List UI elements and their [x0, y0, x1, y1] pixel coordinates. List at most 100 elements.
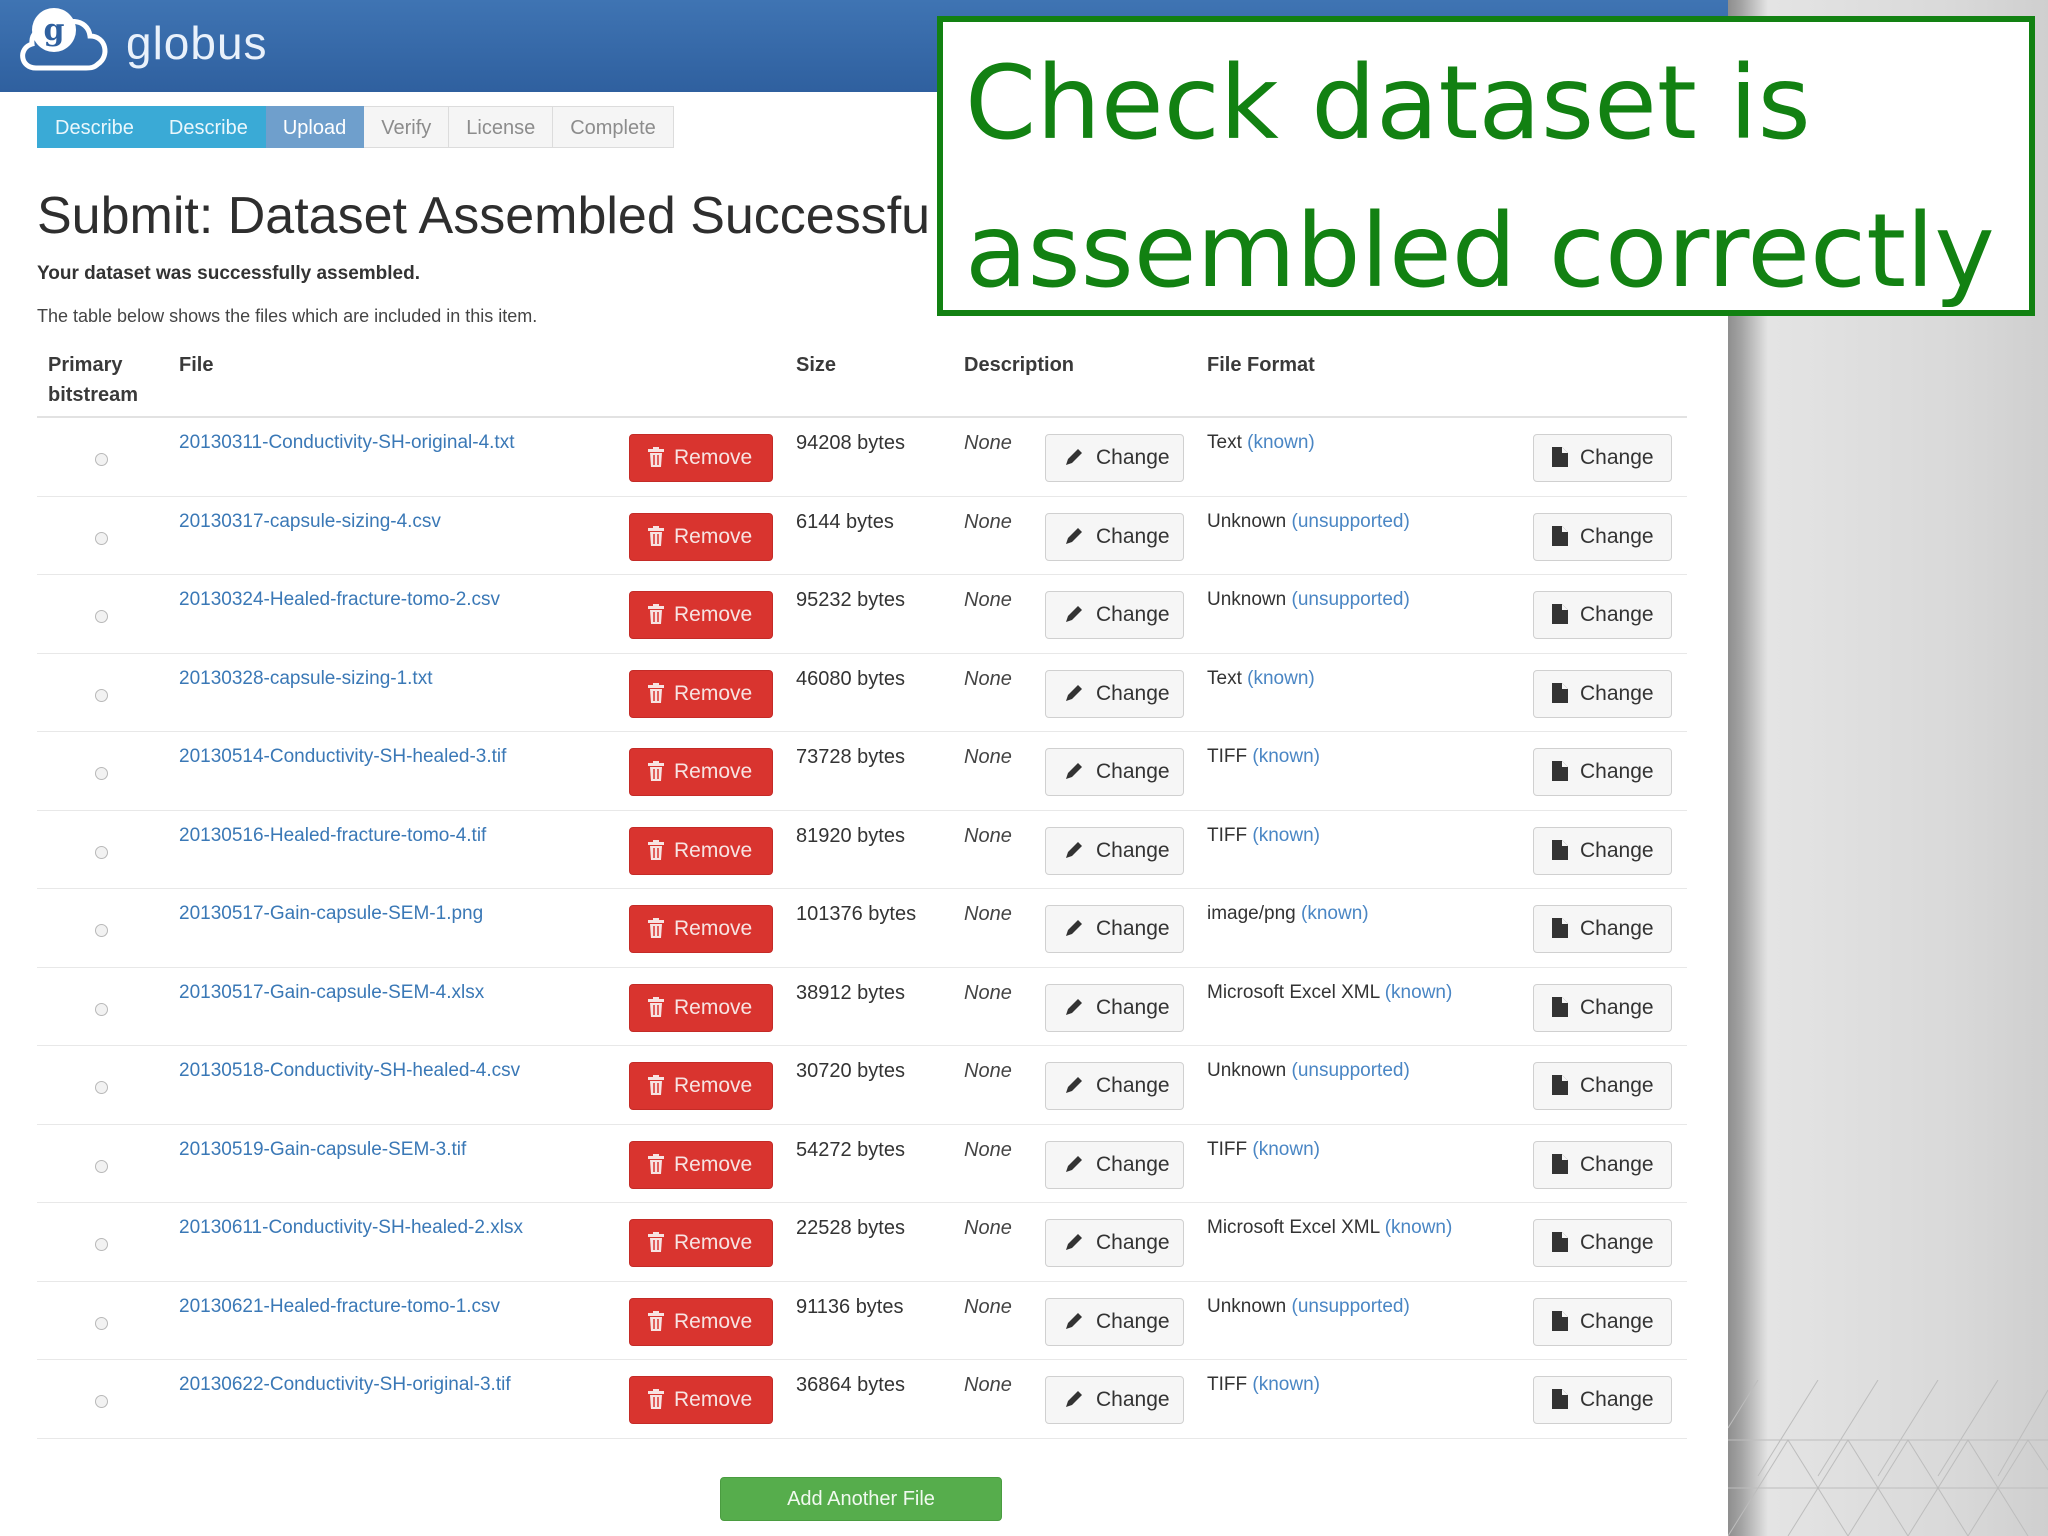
- primary-bitstream-radio[interactable]: [95, 688, 108, 702]
- file-link[interactable]: 20130324-Healed-fracture-tomo-2.csv: [179, 589, 500, 611]
- primary-bitstream-radio[interactable]: [95, 1002, 108, 1016]
- format-support-link[interactable]: (known): [1247, 668, 1315, 689]
- remove-label: Remove: [674, 995, 753, 1019]
- change-description-button[interactable]: Change: [1045, 983, 1184, 1032]
- format-support-link[interactable]: (known): [1247, 432, 1315, 453]
- primary-bitstream-radio[interactable]: [95, 924, 108, 937]
- step-license[interactable]: License: [449, 106, 554, 148]
- file-icon: [1552, 604, 1568, 624]
- primary-bitstream-radio[interactable]: [95, 610, 108, 623]
- format-name: Unknown: [1207, 510, 1287, 532]
- remove-button[interactable]: Remove: [629, 591, 773, 639]
- change-description-button[interactable]: Change: [1045, 591, 1184, 639]
- remove-button[interactable]: Remove: [629, 512, 773, 561]
- primary-bitstream-radio[interactable]: [95, 1316, 108, 1330]
- step-upload[interactable]: Upload: [265, 106, 365, 148]
- change-format-button[interactable]: Change: [1533, 983, 1672, 1032]
- file-link[interactable]: 20130519-Gain-capsule-SEM-3.tif: [179, 1139, 466, 1161]
- trash-icon: [648, 761, 664, 781]
- file-link[interactable]: 20130516-Healed-fracture-tomo-4.tif: [179, 825, 486, 847]
- remove-label: Remove: [674, 681, 753, 705]
- format-support-link[interactable]: (unsupported): [1292, 589, 1410, 610]
- change-format-button[interactable]: Change: [1533, 669, 1672, 718]
- primary-bitstream-radio[interactable]: [95, 1081, 108, 1094]
- format-support-link[interactable]: (known): [1301, 903, 1369, 924]
- file-link[interactable]: 20130328-capsule-sizing-1.txt: [179, 668, 433, 690]
- trash-icon: [648, 1153, 664, 1174]
- format-support-link[interactable]: (unsupported): [1292, 1296, 1410, 1317]
- step-complete[interactable]: Complete: [553, 106, 674, 148]
- format-support-link[interactable]: (known): [1385, 1217, 1453, 1238]
- remove-button[interactable]: Remove: [629, 748, 773, 796]
- file-link[interactable]: 20130621-Healed-fracture-tomo-1.csv: [179, 1296, 500, 1318]
- change-description-button[interactable]: Change: [1045, 1376, 1184, 1424]
- primary-bitstream-radio[interactable]: [95, 1395, 108, 1408]
- file-link[interactable]: 20130611-Conductivity-SH-healed-2.xlsx: [179, 1217, 523, 1239]
- format-support-link[interactable]: (known): [1252, 1374, 1320, 1395]
- add-another-file-button[interactable]: Add Another File: [720, 1477, 1002, 1521]
- change-description-button[interactable]: Change: [1045, 512, 1184, 561]
- file-format: Microsoft Excel XML (known): [1207, 1217, 1452, 1239]
- change-description-button[interactable]: Change: [1045, 434, 1184, 482]
- format-support-link[interactable]: (known): [1252, 1139, 1320, 1160]
- step-describe-2[interactable]: Describe: [151, 106, 266, 148]
- primary-bitstream-radio[interactable]: [95, 1159, 108, 1173]
- file-link[interactable]: 20130317-capsule-sizing-4.csv: [179, 511, 441, 533]
- file-link[interactable]: 20130517-Gain-capsule-SEM-4.xlsx: [179, 982, 484, 1004]
- change-description-button[interactable]: Change: [1045, 669, 1184, 718]
- file-description: None: [964, 746, 1012, 768]
- change-description-button[interactable]: Change: [1045, 905, 1184, 953]
- remove-button[interactable]: Remove: [629, 1140, 773, 1189]
- primary-bitstream-radio[interactable]: [95, 767, 108, 780]
- change-format-button[interactable]: Change: [1533, 591, 1672, 639]
- remove-button[interactable]: Remove: [629, 1376, 773, 1424]
- change-format-button[interactable]: Change: [1533, 434, 1672, 482]
- change-description-button[interactable]: Change: [1045, 1062, 1184, 1110]
- change-label: Change: [1096, 1309, 1170, 1333]
- remove-button[interactable]: Remove: [629, 905, 773, 953]
- change-format-button[interactable]: Change: [1533, 512, 1672, 561]
- file-link[interactable]: 20130518-Conductivity-SH-healed-4.csv: [179, 1060, 520, 1082]
- file-link[interactable]: 20130514-Conductivity-SH-healed-3.tif: [179, 746, 506, 768]
- remove-button[interactable]: Remove: [629, 434, 773, 482]
- primary-bitstream-radio[interactable]: [95, 531, 108, 545]
- change-description-button[interactable]: Change: [1045, 748, 1184, 796]
- format-name: Text: [1207, 667, 1242, 689]
- format-support-link[interactable]: (known): [1385, 982, 1453, 1003]
- table-row: 20130328-capsule-sizing-1.txt Remove 46080…: [37, 654, 1687, 732]
- brand-name[interactable]: globus: [126, 16, 268, 70]
- pencil-icon: [1066, 1312, 1082, 1329]
- change-description-button[interactable]: Change: [1045, 1297, 1184, 1346]
- file-link[interactable]: 20130622-Conductivity-SH-original-3.tif: [179, 1374, 511, 1396]
- change-description-button[interactable]: Change: [1045, 826, 1184, 875]
- change-format-button[interactable]: Change: [1533, 1140, 1672, 1189]
- format-support-link[interactable]: (known): [1252, 746, 1320, 767]
- remove-button[interactable]: Remove: [629, 669, 773, 718]
- change-format-button[interactable]: Change: [1533, 1219, 1672, 1267]
- step-describe-1[interactable]: Describe: [37, 106, 152, 148]
- primary-bitstream-radio[interactable]: [95, 1238, 108, 1251]
- change-format-button[interactable]: Change: [1533, 1376, 1672, 1424]
- change-format-button[interactable]: Change: [1533, 748, 1672, 796]
- primary-bitstream-radio[interactable]: [95, 453, 108, 466]
- file-icon: [1552, 996, 1568, 1017]
- format-support-link[interactable]: (unsupported): [1292, 1060, 1410, 1081]
- format-support-link[interactable]: (known): [1252, 825, 1320, 846]
- change-description-button[interactable]: Change: [1045, 1219, 1184, 1267]
- change-description-button[interactable]: Change: [1045, 1140, 1184, 1189]
- remove-button[interactable]: Remove: [629, 1219, 773, 1267]
- file-link[interactable]: 20130311-Conductivity-SH-original-4.txt: [179, 432, 514, 454]
- change-format-button[interactable]: Change: [1533, 1062, 1672, 1110]
- remove-button[interactable]: Remove: [629, 1062, 773, 1110]
- format-support-link[interactable]: (unsupported): [1292, 511, 1410, 532]
- change-format-button[interactable]: Change: [1533, 905, 1672, 953]
- remove-button[interactable]: Remove: [629, 826, 773, 875]
- primary-bitstream-radio[interactable]: [95, 845, 108, 859]
- remove-button[interactable]: Remove: [629, 1297, 773, 1346]
- step-verify[interactable]: Verify: [364, 106, 450, 148]
- change-format-button[interactable]: Change: [1533, 826, 1672, 875]
- change-format-button[interactable]: Change: [1533, 1297, 1672, 1346]
- remove-button[interactable]: Remove: [629, 983, 773, 1032]
- table-header: Primary bitstream File Size Description …: [37, 336, 1687, 418]
- file-link[interactable]: 20130517-Gain-capsule-SEM-1.png: [179, 903, 483, 925]
